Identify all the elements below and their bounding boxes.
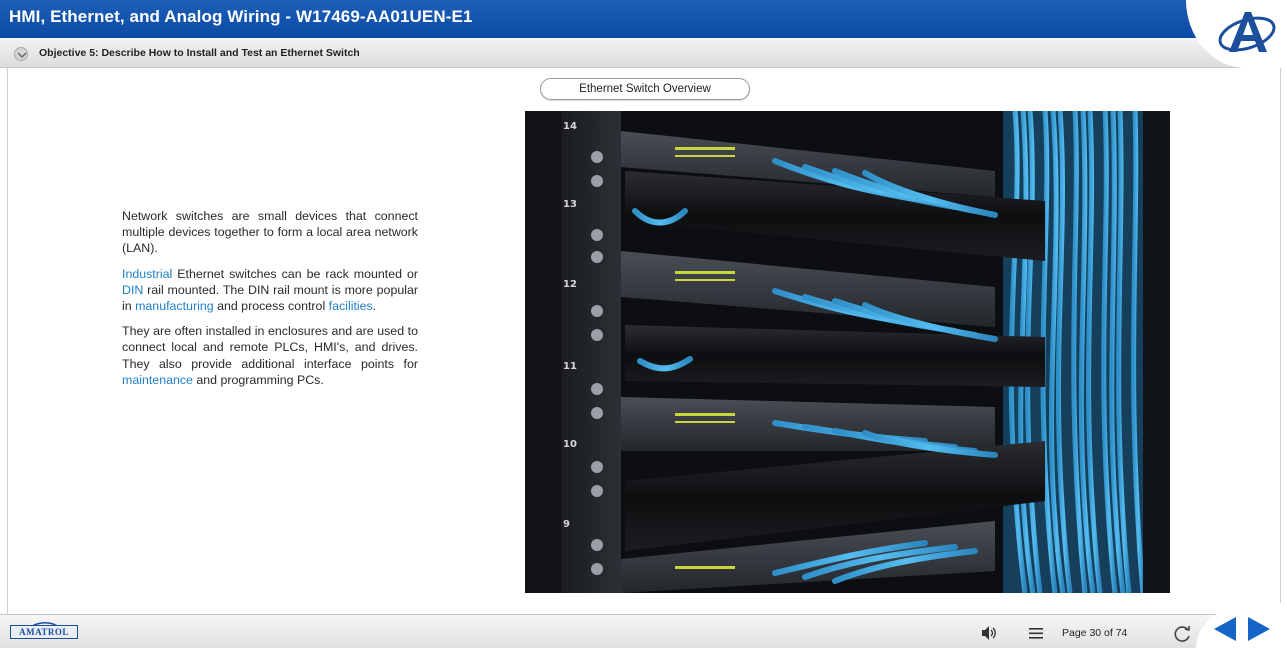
rack-equipment	[621, 131, 1045, 593]
speaker-icon	[982, 626, 996, 640]
title-bar: HMI, Ethernet, and Analog Wiring - W1746…	[0, 0, 1287, 38]
glossary-link-industrial[interactable]: Industrial	[122, 267, 172, 281]
text-segment: and programming PCs.	[192, 372, 324, 387]
prev-arrow-icon	[1214, 617, 1236, 641]
text-segment: .	[372, 299, 377, 314]
brand-name: AMATROL	[10, 625, 78, 639]
previous-page-button[interactable]	[1212, 615, 1238, 643]
paragraph-2: Industrial Ethernet switches can be rack…	[122, 266, 418, 315]
rack-unit-label: 11	[563, 361, 577, 372]
next-arrow-icon	[1248, 617, 1270, 641]
reload-button[interactable]	[1171, 623, 1193, 645]
rack-unit-label: 13	[563, 199, 577, 210]
network-rack-photo: 14 13 12 11 10 9	[525, 111, 1170, 593]
paragraph-1: Network switches are small devices that …	[122, 208, 418, 257]
objective-bar: Objective 5: Describe How to Install and…	[0, 38, 1287, 68]
rack-unit-label: 14	[563, 121, 577, 132]
glossary-link-maintenance[interactable]: maintenance	[122, 373, 193, 387]
text-segment: and process control	[213, 299, 329, 314]
text-segment: Ethernet switches can be rack mounted or	[172, 266, 418, 281]
rack-unit-label: 10	[563, 439, 577, 450]
page-indicator: Page 30 of 74	[1062, 627, 1128, 639]
next-page-button[interactable]	[1246, 615, 1272, 643]
rack-unit-label: 9	[563, 519, 570, 530]
amatrol-brand-logo[interactable]: AMATROL	[8, 621, 82, 643]
audio-button[interactable]	[980, 624, 998, 642]
menu-icon	[1029, 628, 1043, 639]
glossary-link-din[interactable]: DIN	[122, 283, 143, 297]
glossary-link-facilities[interactable]: facilities	[329, 299, 373, 313]
chevron-down-icon	[17, 52, 27, 59]
course-title: HMI, Ethernet, and Analog Wiring - W1746…	[9, 7, 473, 26]
amatrol-a-logo-icon	[1218, 12, 1276, 52]
body-text: Network switches are small devices that …	[122, 208, 418, 397]
objective-toggle-button[interactable]	[14, 47, 28, 61]
section-title-pill: Ethernet Switch Overview	[540, 78, 750, 100]
reload-icon	[1174, 626, 1190, 642]
objective-title: Objective 5: Describe How to Install and…	[39, 47, 360, 59]
text-segment: They are often installed in enclosures a…	[122, 324, 418, 371]
text-segment: Network switches are small devices that …	[122, 209, 418, 256]
menu-button[interactable]	[1028, 625, 1044, 641]
rack-unit-label: 12	[563, 279, 577, 290]
paragraph-3: They are often installed in enclosures a…	[122, 323, 418, 388]
glossary-link-manufacturing[interactable]: manufacturing	[135, 299, 214, 313]
